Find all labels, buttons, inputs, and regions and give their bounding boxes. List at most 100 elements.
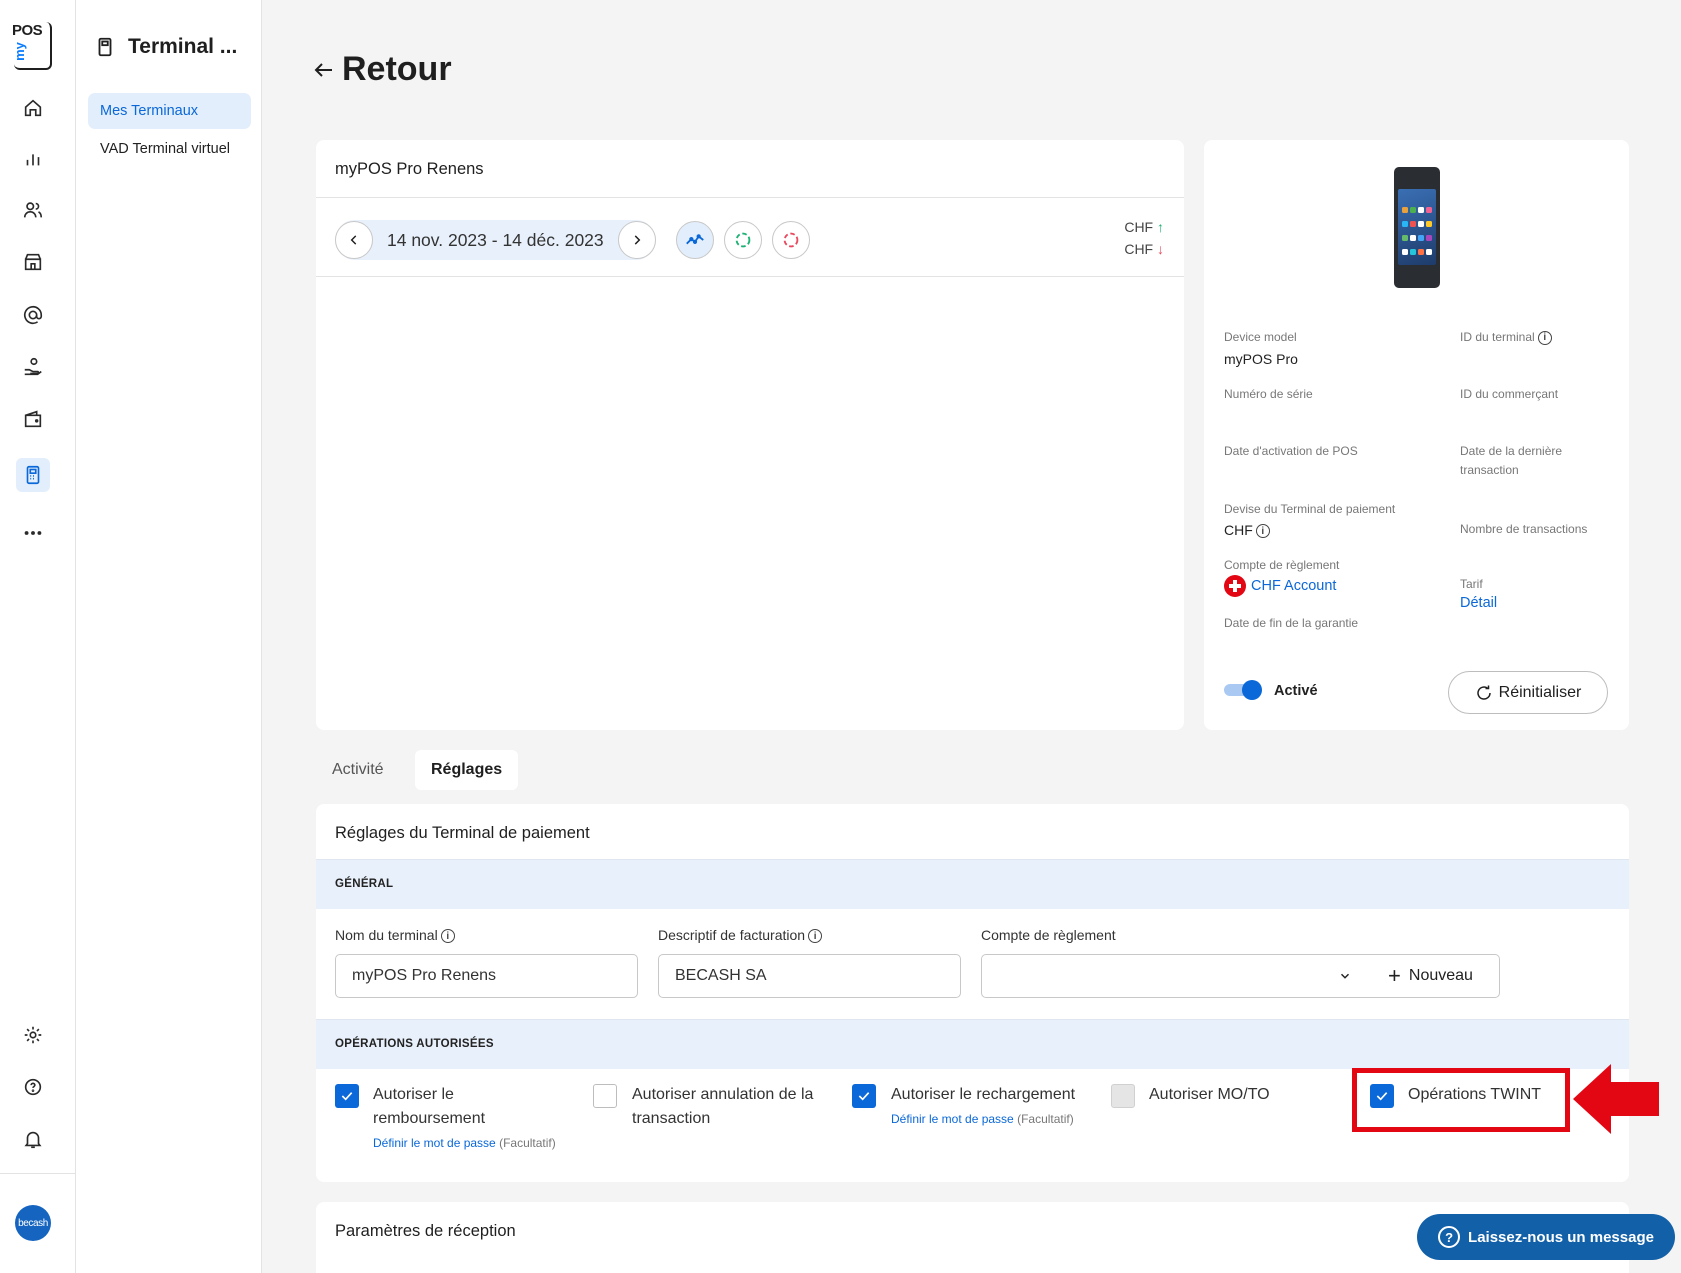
moto-checkbox	[1111, 1084, 1135, 1108]
chat-message-button[interactable]: ? Laissez-nous un message	[1417, 1214, 1675, 1260]
settlement-account-label: Compte de règlement	[1224, 558, 1340, 572]
arrow-left-icon	[314, 62, 332, 77]
last-transaction-label: Date de la dernière transaction	[1460, 442, 1562, 480]
info-icon[interactable]: i	[1537, 330, 1552, 345]
at-icon[interactable]	[18, 300, 48, 330]
subnav-item-vad-terminal[interactable]: VAD Terminal virtuel	[88, 131, 251, 167]
line-chart-icon	[685, 234, 704, 245]
tab-reglages[interactable]: Réglages	[415, 750, 519, 790]
mypos-logo[interactable]: POS my	[12, 22, 52, 70]
terminal-name-input[interactable]: myPOS Pro Renens	[335, 954, 638, 998]
settlement-account-select[interactable]	[981, 954, 1363, 998]
terminal-name-label-text: Nom du terminal	[335, 927, 438, 943]
more-icon[interactable]	[18, 518, 48, 548]
wallet-icon[interactable]	[18, 404, 48, 434]
arrow-down-icon: ↓	[1157, 241, 1164, 257]
billing-descriptor-label: Descriptif de facturation i	[658, 927, 823, 944]
subnav-title-text: Terminal ...	[128, 35, 238, 58]
question-icon: ?	[1438, 1226, 1461, 1248]
chevron-right-icon	[634, 235, 641, 245]
check-icon	[341, 1092, 353, 1101]
check-icon	[858, 1092, 870, 1101]
currency-info-icon[interactable]: i	[1255, 524, 1270, 539]
terminal-icon[interactable]	[16, 458, 50, 492]
users-icon[interactable]	[18, 195, 48, 225]
stats-icon[interactable]	[18, 143, 48, 173]
terminal-currency-value: CHF i	[1224, 522, 1270, 539]
bell-icon[interactable]	[18, 1124, 48, 1154]
transactions-count-label: Nombre de transactions	[1460, 522, 1588, 536]
settings-title: Réglages du Terminal de paiement	[335, 824, 590, 842]
tariff-detail-link[interactable]: Détail	[1460, 595, 1497, 611]
donut-chart-in-toggle[interactable]	[723, 221, 762, 259]
moto-label: Autoriser MO/TO	[1149, 1086, 1270, 1103]
reset-button[interactable]: Réinitialiser	[1448, 671, 1608, 714]
currency-value-text: CHF	[1224, 522, 1253, 538]
refund-optional-text: (Facultatif)	[499, 1136, 556, 1150]
date-range-text[interactable]: 14 nov. 2023 - 14 déc. 2023	[373, 230, 618, 251]
help-icon[interactable]	[18, 1072, 48, 1102]
terminal-id-label: ID du terminal i	[1460, 328, 1552, 347]
new-account-button[interactable]: + Nouveau	[1362, 954, 1500, 998]
back-link[interactable]: Retour	[312, 50, 452, 89]
cancellation-label-line-1: Autoriser annulation de la	[632, 1086, 814, 1103]
cancellation-checkbox[interactable]	[593, 1084, 617, 1108]
legend-out-currency: CHF	[1124, 241, 1154, 257]
serial-number-label: Numéro de série	[1224, 387, 1313, 401]
refund-label-line-1: Autoriser le	[373, 1086, 454, 1103]
refresh-icon	[1476, 685, 1491, 700]
recharge-password-row: Définir le mot de passe (Facultatif)	[891, 1112, 1074, 1126]
date-range-pill: 14 nov. 2023 - 14 déc. 2023	[335, 220, 656, 260]
tariff-label: Tarif	[1460, 577, 1483, 591]
line-chart-toggle[interactable]	[675, 221, 714, 259]
store-icon[interactable]	[18, 247, 48, 277]
active-status-label: Activé	[1274, 683, 1318, 699]
recharge-password-link[interactable]: Définir le mot de passe	[891, 1112, 1014, 1126]
toggle-knob	[1242, 680, 1262, 700]
home-icon[interactable]	[18, 93, 48, 123]
reset-label: Réinitialiser	[1498, 683, 1582, 701]
next-period-button[interactable]	[617, 221, 656, 259]
legend-in-currency: CHF	[1124, 219, 1154, 235]
settlement-account-link[interactable]: CHF Account	[1224, 575, 1336, 597]
general-section-header: GÉNÉRAL	[316, 859, 1629, 909]
tab-activite[interactable]: Activité	[316, 750, 400, 790]
refund-label-line-2: remboursement	[373, 1110, 486, 1127]
cancellation-label: Autoriser annulation de la transaction	[632, 1083, 813, 1131]
date-range-controls: 14 nov. 2023 - 14 déc. 2023	[335, 220, 810, 260]
settings-gear-icon[interactable]	[18, 1020, 48, 1050]
operations-heading: OPÉRATIONS AUTORISÉES	[335, 1038, 494, 1050]
payment-hand-icon[interactable]	[18, 352, 48, 382]
chevron-left-icon	[350, 235, 357, 245]
refund-password-link[interactable]: Définir le mot de passe	[373, 1136, 496, 1150]
last-tx-line-1: Date de la dernière	[1460, 444, 1563, 458]
device-image	[1394, 167, 1440, 288]
settlement-account-select-label: Compte de règlement	[981, 927, 1116, 943]
recharge-label: Autoriser le rechargement	[891, 1086, 1076, 1103]
currency-legend: CHF ↑ CHF ↓	[1124, 216, 1164, 260]
subnav-item-mes-terminaux[interactable]: Mes Terminaux	[88, 93, 251, 129]
terminal-title-icon	[98, 37, 112, 57]
new-account-label: Nouveau	[1408, 967, 1473, 984]
prev-period-button[interactable]	[335, 221, 373, 259]
billing-descriptor-input[interactable]: BECASH SA	[658, 954, 961, 998]
recharge-checkbox[interactable]	[852, 1084, 876, 1108]
refund-label: Autoriser le remboursement	[373, 1083, 485, 1131]
donut-chart-out-toggle[interactable]	[771, 221, 810, 259]
avatar[interactable]: becash	[15, 1205, 51, 1241]
activation-date-label: Date d'activation de POS	[1224, 444, 1358, 458]
device-model-value: myPOS Pro	[1224, 351, 1298, 367]
billing-info-icon[interactable]: i	[808, 929, 823, 944]
refund-password-row: Définir le mot de passe (Facultatif)	[373, 1136, 556, 1150]
reception-title: Paramètres de réception	[335, 1222, 516, 1240]
terminal-name-info-icon[interactable]: i	[440, 929, 455, 944]
active-toggle[interactable]	[1224, 680, 1262, 700]
back-label: Retour	[342, 50, 452, 88]
subnav-title: Terminal ...	[94, 35, 237, 59]
logo-pos-text: POS	[12, 22, 43, 39]
device-info-card: Device model myPOS Pro ID du terminal i N…	[1204, 140, 1629, 730]
chart-card-title: myPOS Pro Renens	[316, 140, 1184, 198]
refund-checkbox[interactable]	[335, 1084, 359, 1108]
donut-chart-red-icon	[783, 232, 798, 248]
rail-divider	[0, 1173, 76, 1174]
